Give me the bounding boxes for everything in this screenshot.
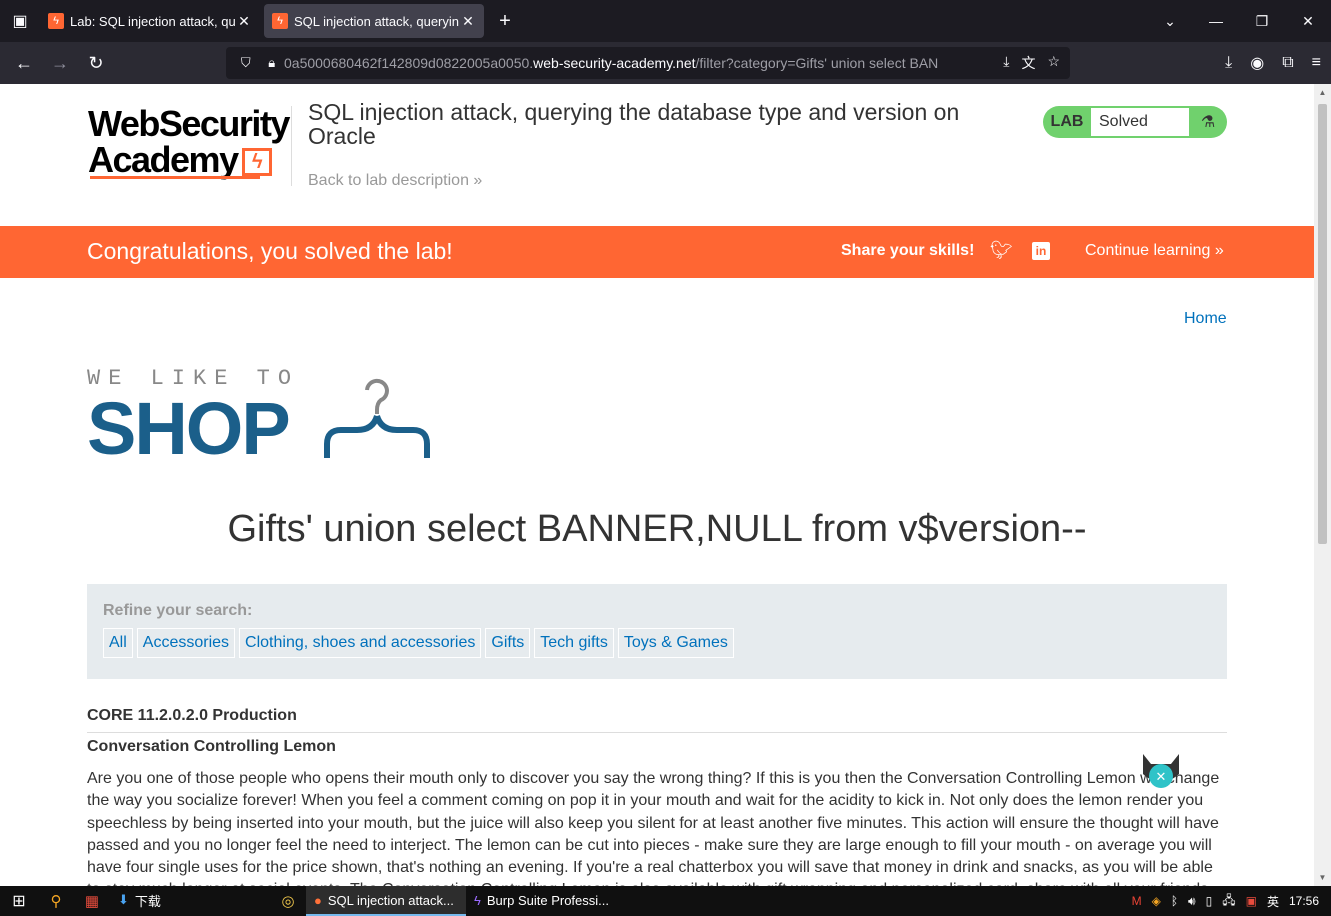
search-icon[interactable]: ⚲ [38, 892, 74, 910]
window-controls: ⌄ — ❐ ✕ [1147, 0, 1331, 42]
portswigger-favicon-icon: ϟ [272, 13, 288, 29]
new-tab-icon[interactable]: + [488, 4, 522, 38]
table-row-version-banner: CORE 11.2.0.2.0 Production [87, 704, 1227, 733]
gmail-icon[interactable]: M [1132, 894, 1142, 908]
browser-nav-bar: ← → ↻ ⛉ 🔒︎ 0a5000680462f142809d0822005a0… [0, 42, 1331, 84]
share-label: Share your skills! [841, 242, 975, 259]
notification-icon[interactable]: ▣ [1246, 894, 1257, 908]
page-viewport: WebSecurity Academy ϟ SQL injection attac… [0, 84, 1314, 886]
url-bar[interactable]: ⛉ 🔒︎ 0a5000680462f142809d0822005a0050.we… [226, 47, 1070, 79]
close-tab-icon[interactable]: ✕ [236, 13, 252, 30]
browser-tab-bar: ▣ ϟ Lab: SQL injection attack, que ✕ ϟ S… [0, 0, 1331, 42]
product-name: Conversation Controlling Lemon [87, 738, 336, 755]
clock-time[interactable]: 17:56 [1289, 894, 1319, 908]
cat-mascot-icon[interactable]: ✕ [1139, 750, 1183, 790]
shop-logo: WE LIKE TO SHOP [87, 366, 447, 466]
continue-learning-link[interactable]: Continue learning » [1085, 242, 1224, 260]
extensions-icon[interactable]: ⧉ [1282, 54, 1293, 72]
url-text[interactable]: 0a5000680462f142809d0822005a0050.web-sec… [284, 55, 1003, 71]
academy-header: WebSecurity Academy ϟ SQL injection attac… [0, 84, 1314, 226]
forward-icon[interactable]: → [42, 47, 78, 79]
filter-all[interactable]: All [103, 628, 133, 658]
menu-icon[interactable]: ≡ [1312, 54, 1321, 72]
tab-overview-icon[interactable]: ▣ [0, 0, 40, 42]
coat-hanger-icon [324, 378, 430, 458]
lab-label: LAB [1050, 113, 1084, 130]
page-scrollbar[interactable]: ▲ ▼ [1314, 84, 1331, 886]
scroll-down-icon[interactable]: ▼ [1318, 873, 1327, 882]
taskbar-item-downloads[interactable]: ⬇ 下载 [110, 886, 270, 916]
system-tray: M ◈ ᛒ 🔊︎ ▯ 🖧︎ ▣ 英 17:56 [1132, 886, 1331, 916]
twitter-icon[interactable]: 🐦︎ [990, 240, 1013, 261]
tab-title: SQL injection attack, queryin [294, 13, 459, 29]
filter-toys-games[interactable]: Toys & Games [617, 628, 734, 658]
windows-start-icon[interactable]: ⊞ [0, 891, 38, 911]
filter-accessories[interactable]: Accessories [136, 628, 236, 658]
web-security-academy-logo[interactable]: WebSecurity Academy ϟ [88, 106, 290, 179]
network-icon[interactable]: 🖧︎ [1222, 891, 1235, 912]
tab-lab-description[interactable]: ϟ Lab: SQL injection attack, que ✕ [40, 4, 260, 38]
product-description: Are you one of those people who opens th… [87, 770, 1220, 886]
lab-status-badge: LAB Solved ⚗ [1043, 106, 1227, 138]
refine-label: Refine your search: [103, 602, 253, 619]
scroll-up-icon[interactable]: ▲ [1318, 88, 1327, 97]
lab-title: SQL injection attack, querying the datab… [308, 99, 960, 149]
bookmark-star-icon[interactable]: ☆ [1047, 53, 1060, 73]
portswigger-favicon-icon: ϟ [48, 13, 64, 29]
filter-clothing[interactable]: Clothing, shoes and accessories [239, 628, 482, 658]
lock-icon[interactable]: 🔒︎ [268, 55, 275, 71]
bluetooth-icon[interactable]: ᛒ [1171, 894, 1178, 908]
back-to-lab-description-link[interactable]: Back to lab description » [308, 172, 482, 190]
download-arrow-icon: ⬇ [118, 892, 129, 907]
close-window-icon[interactable]: ✕ [1285, 13, 1331, 30]
ime-indicator[interactable]: 英 [1267, 893, 1279, 910]
reload-icon[interactable]: ↻ [78, 47, 114, 79]
tab-list-chevron-icon[interactable]: ⌄ [1147, 13, 1193, 30]
battery-icon[interactable]: ▯ [1206, 894, 1213, 908]
chrome-icon[interactable]: ◎ [270, 892, 306, 910]
firefox-icon: ● [314, 892, 322, 908]
save-page-icon[interactable]: ⤓ [1003, 53, 1009, 73]
translate-icon[interactable]: 文 [1021, 53, 1035, 73]
flask-icon: ⚗ [1200, 114, 1216, 131]
shop-brand: SHOP [87, 387, 291, 470]
minimize-icon[interactable]: — [1193, 13, 1239, 29]
taskbar-item-burp[interactable]: ϟ Burp Suite Professi... [466, 886, 626, 916]
filter-tech-gifts[interactable]: Tech gifts [534, 628, 614, 658]
lightning-bolt-icon: ϟ [241, 148, 272, 177]
lab-status-text: Solved [1091, 108, 1189, 136]
account-icon[interactable]: ◉ [1250, 53, 1264, 73]
taskbar-item-firefox[interactable]: ● SQL injection attack... [306, 886, 466, 916]
linkedin-icon[interactable]: in [1032, 242, 1050, 260]
tab-lab-page[interactable]: ϟ SQL injection attack, queryin ✕ [264, 4, 484, 38]
back-icon[interactable]: ← [6, 47, 42, 79]
volume-icon[interactable]: 🔊︎ [1188, 894, 1196, 909]
tray-app-icon[interactable]: ◈ [1152, 894, 1161, 908]
refine-search-panel: Refine your search: All Accessories Clot… [87, 584, 1227, 679]
category-title: Gifts' union select BANNER,NULL from v$v… [227, 508, 1087, 550]
shield-icon[interactable]: ⛉ [241, 55, 251, 71]
congrats-message: Congratulations, you solved the lab! [87, 238, 453, 264]
restore-icon[interactable]: ❐ [1239, 13, 1285, 30]
filter-gifts[interactable]: Gifts [485, 628, 531, 658]
app-tiles-icon[interactable]: ▦ [74, 892, 110, 910]
congratulations-banner: Congratulations, you solved the lab! Sha… [0, 226, 1314, 278]
scrollbar-thumb[interactable] [1318, 104, 1327, 544]
os-taskbar: ⊞ ⚲ ▦ ⬇ 下载 ◎ ● SQL injection attack... ϟ… [0, 886, 1331, 916]
close-tab-icon[interactable]: ✕ [460, 13, 476, 30]
downloads-icon[interactable]: ⤓ [1225, 54, 1232, 72]
svg-text:✕: ✕ [1156, 770, 1167, 785]
tab-title: Lab: SQL injection attack, que [70, 13, 236, 29]
burp-suite-icon: ϟ [474, 892, 481, 908]
category-filters: All Accessories Clothing, shoes and acce… [103, 628, 734, 658]
home-link[interactable]: Home [1184, 310, 1227, 328]
